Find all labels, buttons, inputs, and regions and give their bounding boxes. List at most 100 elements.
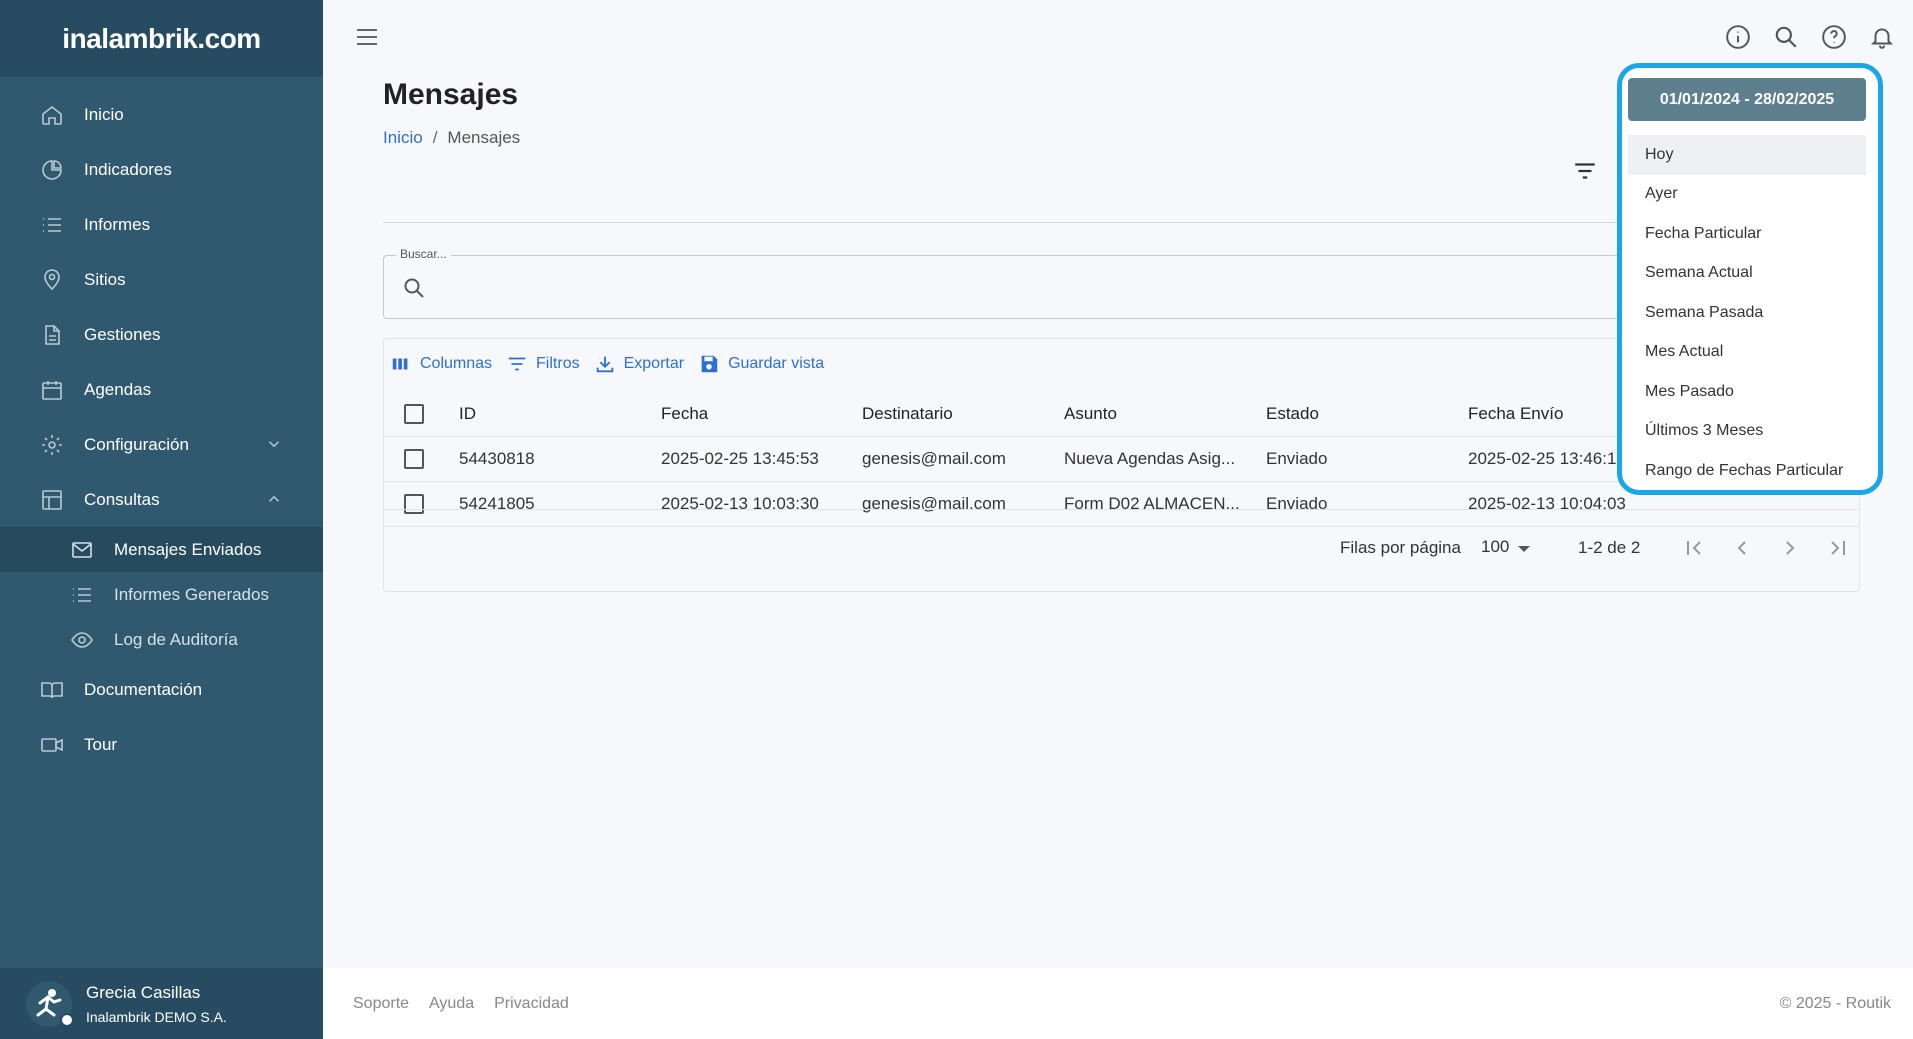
sidebar-subitem-informes-generados[interactable]: Informes Generados xyxy=(0,572,323,617)
date-range-button[interactable]: 01/01/2024 - 28/02/2025 xyxy=(1628,78,1866,121)
logo-bar: inalambrik.com xyxy=(0,0,323,77)
sidebar-item-agendas[interactable]: Agendas xyxy=(0,362,323,417)
sidebar-item-gestiones[interactable]: Gestiones xyxy=(0,307,323,362)
sidebar-subitem-label: Informes Generados xyxy=(114,584,269,604)
grid-toolbar: Columnas Filtros Exportar Guardar vista xyxy=(390,353,824,375)
search-label: Buscar... xyxy=(396,247,451,261)
sidebar-item-label: Consultas xyxy=(84,489,160,509)
sidebar-item-label: Sitios xyxy=(84,269,126,289)
columns-label: Columnas xyxy=(420,355,493,372)
column-header-asunto[interactable]: Asunto xyxy=(1064,404,1244,424)
sidebar-subitem-log-auditoria[interactable]: Log de Auditoría xyxy=(0,617,323,662)
top-icons xyxy=(1725,24,1895,50)
sidebar-item-sitios[interactable]: Sitios xyxy=(0,252,323,307)
date-option-ayer[interactable]: Ayer xyxy=(1628,175,1866,215)
save-icon xyxy=(701,355,718,373)
avatar xyxy=(26,980,74,1027)
date-option-hoy[interactable]: Hoy xyxy=(1628,135,1866,175)
cell-estado: Enviado xyxy=(1266,449,1328,468)
cell-asunto: Nueva Agendas Asig... xyxy=(1064,449,1236,468)
sidebar-item-label: Agendas xyxy=(84,379,152,399)
save-view-label: Guardar vista xyxy=(728,355,825,372)
sidebar-item-configuracion[interactable]: Configuración xyxy=(0,417,323,472)
info-icon[interactable] xyxy=(1725,24,1751,50)
date-option-fecha-particular[interactable]: Fecha Particular xyxy=(1628,214,1866,254)
date-range-dropdown: 01/01/2024 - 28/02/2025 Hoy Ayer Fecha P… xyxy=(1617,63,1883,495)
list-icon xyxy=(73,587,91,602)
date-option-mes-actual[interactable]: Mes Actual xyxy=(1628,333,1866,373)
document-icon xyxy=(45,324,60,345)
filters-label: Filtros xyxy=(536,355,580,372)
prev-page-icon[interactable] xyxy=(1730,536,1754,560)
footer-link-ayuda[interactable]: Ayuda xyxy=(429,995,474,1013)
user-name: Grecia Casillas xyxy=(86,982,201,1002)
sidebar-item-label: Gestiones xyxy=(84,324,161,344)
date-option-semana-actual[interactable]: Semana Actual xyxy=(1628,254,1866,294)
sidebar-item-consultas[interactable]: Consultas xyxy=(0,472,323,527)
cell-id: 54430818 xyxy=(459,449,535,468)
user-profile[interactable]: Grecia Casillas Inalambrik DEMO S.A. xyxy=(0,968,323,1039)
date-option-mes-pasado[interactable]: Mes Pasado xyxy=(1628,372,1866,412)
sidebar-item-label: Tour xyxy=(84,734,118,754)
filters-button[interactable]: Filtros xyxy=(506,353,580,375)
home-icon xyxy=(42,105,62,125)
footer-link-privacidad[interactable]: Privacidad xyxy=(494,995,569,1013)
menu-icon[interactable] xyxy=(355,27,379,47)
table-icon xyxy=(42,489,62,510)
breadcrumb: Inicio / Mensajes xyxy=(383,128,520,148)
first-page-icon[interactable] xyxy=(1682,536,1706,560)
cell-destinatario: genesis@mail.com xyxy=(862,449,1006,468)
row-checkbox[interactable] xyxy=(404,449,424,469)
copyright: © 2025 - Routik xyxy=(1779,994,1891,1012)
logo[interactable]: inalambrik.com xyxy=(62,23,261,55)
footer-link-soporte[interactable]: Soporte xyxy=(353,995,409,1013)
save-view-button[interactable]: Guardar vista xyxy=(698,353,824,375)
column-header-id[interactable]: ID xyxy=(459,404,639,424)
bell-icon[interactable] xyxy=(1869,24,1895,50)
date-range-options: Hoy Ayer Fecha Particular Semana Actual … xyxy=(1628,135,1866,491)
chevron-up-icon[interactable] xyxy=(265,490,283,508)
gear-icon xyxy=(42,434,62,455)
date-option-rango-particular[interactable]: Rango de Fechas Particular xyxy=(1628,451,1866,491)
chevron-down-icon[interactable] xyxy=(265,435,283,453)
breadcrumb-current: Mensajes xyxy=(447,128,521,147)
column-header-fecha[interactable]: Fecha xyxy=(661,404,851,424)
select-all-checkbox[interactable] xyxy=(404,404,424,424)
location-pin-icon xyxy=(44,268,60,290)
download-icon xyxy=(596,356,613,373)
export-button[interactable]: Exportar xyxy=(594,353,684,375)
last-page-icon[interactable] xyxy=(1826,536,1850,560)
column-header-destinatario[interactable]: Destinatario xyxy=(862,404,1052,424)
dropdown-arrow-icon[interactable] xyxy=(1518,546,1530,552)
page-range: 1-2 de 2 xyxy=(1578,538,1641,557)
rows-per-page-select[interactable]: 100 xyxy=(1481,537,1509,557)
column-header-estado[interactable]: Estado xyxy=(1266,404,1446,424)
sidebar-item-tour[interactable]: Tour xyxy=(0,717,323,772)
sidebar: inalambrik.com Inicio Indicadores Inform… xyxy=(0,0,323,1039)
footer: Soporte Ayuda Privacidad © 2025 - Routik xyxy=(323,968,1913,1039)
help-icon[interactable] xyxy=(1821,24,1847,50)
date-option-semana-pasada[interactable]: Semana Pasada xyxy=(1628,293,1866,333)
divider xyxy=(383,222,1623,223)
sidebar-item-indicadores[interactable]: Indicadores xyxy=(0,142,323,197)
search-icon[interactable] xyxy=(1773,24,1799,50)
filter-icon[interactable] xyxy=(1572,158,1598,184)
sidebar-subitem-label: Mensajes Enviados xyxy=(114,539,262,559)
sidebar-subitem-mensajes-enviados[interactable]: Mensajes Enviados xyxy=(0,527,323,572)
filter-icon xyxy=(508,357,526,371)
sidebar-item-label: Inicio xyxy=(84,104,124,124)
sidebar-item-label: Indicadores xyxy=(84,159,172,179)
next-page-icon[interactable] xyxy=(1778,536,1802,560)
date-option-ultimos-3-meses[interactable]: Últimos 3 Meses xyxy=(1628,412,1866,452)
pie-chart-icon xyxy=(42,159,62,180)
columns-button[interactable]: Columnas xyxy=(390,353,492,375)
sidebar-item-inicio[interactable]: Inicio xyxy=(0,87,323,142)
calendar-icon xyxy=(42,380,62,400)
sidebar-item-documentacion[interactable]: Documentación xyxy=(0,662,323,717)
sidebar-item-informes[interactable]: Informes xyxy=(0,197,323,252)
search-input[interactable]: Buscar... xyxy=(383,247,1623,319)
breadcrumb-home-link[interactable]: Inicio xyxy=(383,128,423,147)
list-icon xyxy=(43,217,61,232)
sidebar-item-label: Informes xyxy=(84,214,151,234)
page-title: Mensajes xyxy=(383,78,519,111)
